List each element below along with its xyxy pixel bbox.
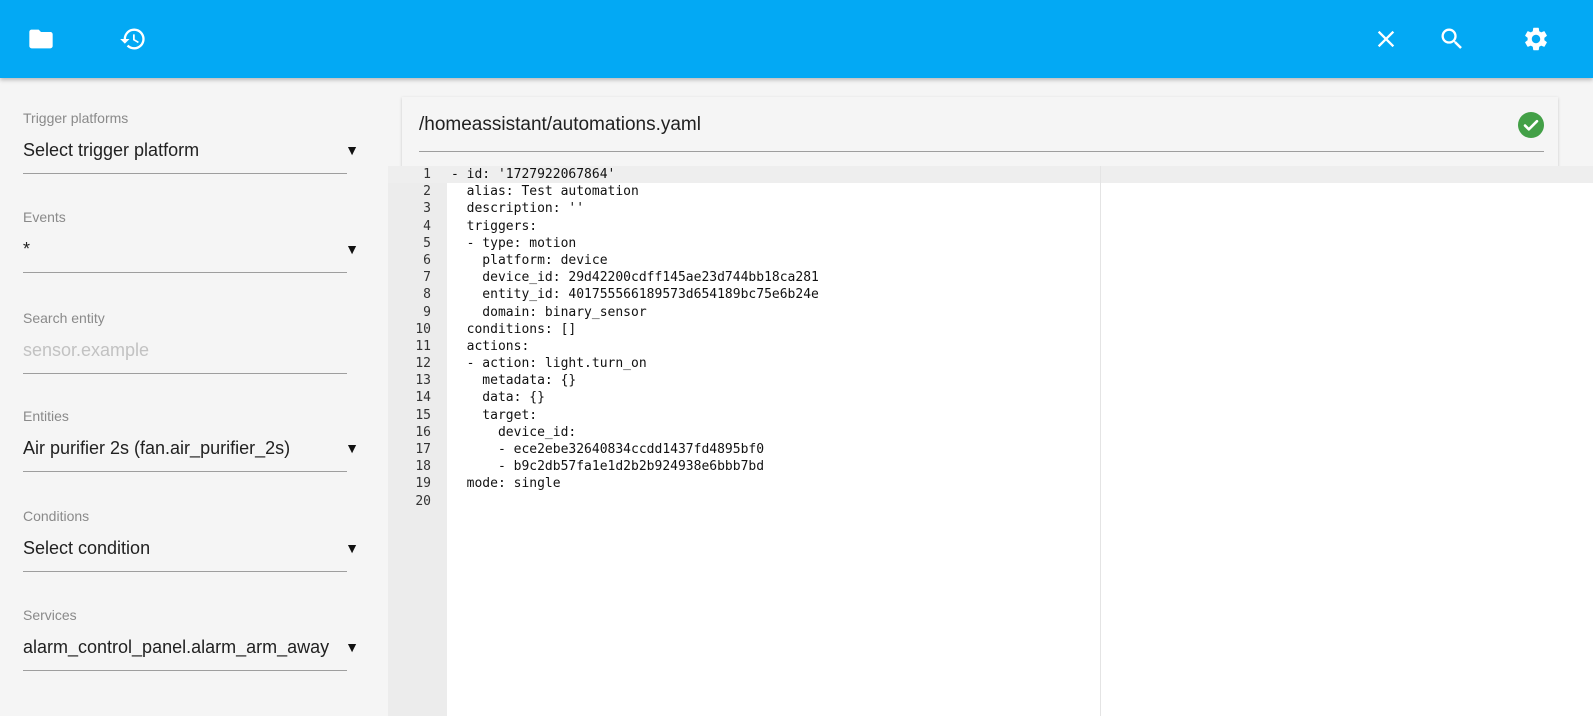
events-value[interactable]: * xyxy=(23,239,30,260)
code-text[interactable]: domain: binary_sensor xyxy=(451,304,646,321)
trigger-platform-value[interactable]: Select trigger platform xyxy=(23,140,199,161)
code-line[interactable]: 12 - action: light.turn_on xyxy=(388,355,646,372)
services-label: Services xyxy=(23,607,77,623)
dropdown-caret-icon[interactable]: ▼ xyxy=(345,142,359,158)
code-editor[interactable]: 1- id: '1727922067864' 2 alias: Test auto… xyxy=(388,166,1593,716)
line-number: 10 xyxy=(415,321,431,337)
code-line[interactable]: 15 target: xyxy=(388,407,537,424)
code-text[interactable]: - ece2ebe32640834ccdd1437fd4895bf0 xyxy=(451,441,764,458)
code-text[interactable]: triggers: xyxy=(451,218,537,235)
close-icon[interactable] xyxy=(1371,24,1401,54)
code-text[interactable]: - type: motion xyxy=(451,235,577,252)
search-entity-label: Search entity xyxy=(23,310,105,326)
main-panel: /homeassistant/automations.yaml 1 - id: '… xyxy=(385,78,1593,716)
file-path[interactable]: /homeassistant/automations.yaml xyxy=(419,114,701,136)
field-underline xyxy=(23,670,347,671)
code-line[interactable]: 3 description: '' xyxy=(388,200,584,217)
code-text[interactable]: entity_id: 401755566189573d654189bc75e6b… xyxy=(451,286,819,303)
line-number: 4 xyxy=(423,218,431,234)
code-text[interactable]: actions: xyxy=(451,338,530,355)
line-number: 7 xyxy=(423,270,431,286)
dropdown-caret-icon[interactable]: ▼ xyxy=(345,540,359,556)
code-text[interactable]: device_id: xyxy=(451,424,576,441)
code-text[interactable]: mode: single xyxy=(451,475,561,492)
code-line[interactable]: 18 - b9c2db57fa1e1d2b2b924938e6bbb7bd xyxy=(388,458,764,475)
line-number: 14 xyxy=(415,390,431,406)
code-text[interactable]: data: {} xyxy=(451,389,545,406)
line-number: 2 xyxy=(423,184,431,200)
events-label: Events xyxy=(23,209,66,225)
sidebar: Trigger platforms Select trigger platfor… xyxy=(0,78,385,716)
folder-icon[interactable] xyxy=(26,24,56,54)
code-line[interactable]: 19 mode: single xyxy=(388,475,560,492)
conditions-value[interactable]: Select condition xyxy=(23,538,150,559)
top-toolbar xyxy=(0,0,1593,78)
field-underline xyxy=(23,272,347,273)
code-line[interactable]: 14 data: {} xyxy=(388,389,545,406)
line-number: 11 xyxy=(415,338,431,354)
line-number: 16 xyxy=(415,424,431,440)
code-text[interactable]: conditions: [] xyxy=(451,321,577,338)
code-text[interactable]: - b9c2db57fa1e1d2b2b924938e6bbb7bd xyxy=(451,458,764,475)
dropdown-caret-icon[interactable]: ▼ xyxy=(345,639,359,655)
code-text[interactable]: platform: device xyxy=(451,252,607,269)
conditions-label: Conditions xyxy=(23,508,90,524)
entities-value[interactable]: Air purifier 2s (fan.air_purifier_2s) xyxy=(23,438,290,459)
code-line[interactable]: 16 device_id: xyxy=(388,424,576,441)
trigger-platform-label: Trigger platforms xyxy=(23,110,129,126)
entities-label: Entities xyxy=(23,408,69,424)
field-underline xyxy=(23,471,347,472)
gear-icon[interactable] xyxy=(1521,24,1551,54)
line-number: 20 xyxy=(415,493,431,509)
code-line[interactable]: 11 actions: xyxy=(388,338,529,355)
field-underline xyxy=(23,173,347,174)
code-line[interactable]: 1 - id: '1727922067864' xyxy=(388,166,615,183)
file-path-underline xyxy=(419,151,1544,152)
services-value[interactable]: alarm_control_panel.alarm_arm_away xyxy=(23,637,329,658)
code-line[interactable]: 13 metadata: {} xyxy=(388,372,576,389)
line-number: 5 xyxy=(423,235,431,251)
code-text[interactable]: - id: '1727922067864' xyxy=(451,166,615,183)
code-text[interactable]: target: xyxy=(451,407,537,424)
line-number: 9 xyxy=(423,304,431,320)
code-line[interactable]: 20 xyxy=(388,493,431,510)
code-line[interactable]: 5 - type: motion xyxy=(388,235,576,252)
code-line[interactable]: 10 conditions: [] xyxy=(388,321,576,338)
dropdown-caret-icon[interactable]: ▼ xyxy=(345,241,359,257)
code-line[interactable]: 6 platform: device xyxy=(388,252,607,269)
code-line[interactable]: 9 domain: binary_sensor xyxy=(388,304,647,321)
line-number: 3 xyxy=(423,201,431,217)
line-number: 8 xyxy=(423,287,431,303)
line-number: 12 xyxy=(415,356,431,372)
field-underline xyxy=(23,373,347,374)
code-line[interactable]: 17 - ece2ebe32640834ccdd1437fd4895bf0 xyxy=(388,441,764,458)
code-text[interactable]: - action: light.turn_on xyxy=(451,355,647,372)
line-number: 6 xyxy=(423,252,431,268)
line-number: 17 xyxy=(415,442,431,457)
file-header: /homeassistant/automations.yaml xyxy=(402,97,1558,167)
search-entity-placeholder[interactable]: sensor.example xyxy=(23,340,149,361)
code-text[interactable]: alias: Test automation xyxy=(451,183,639,200)
field-underline xyxy=(23,571,347,572)
code-text[interactable]: device_id: 29d42200cdff145ae23d744bb18ca… xyxy=(451,269,819,286)
code-line[interactable]: 7 device_id: 29d42200cdff145ae23d744bb18… xyxy=(388,269,819,286)
line-number: 18 xyxy=(415,459,431,475)
line-number: 19 xyxy=(415,476,431,492)
code-line[interactable]: 2 alias: Test automation xyxy=(388,183,639,200)
line-number: 15 xyxy=(415,407,431,423)
code-text[interactable]: description: '' xyxy=(451,200,584,217)
print-margin xyxy=(1100,166,1101,716)
code-text[interactable]: metadata: {} xyxy=(451,372,576,389)
check-circle-icon xyxy=(1518,112,1544,138)
code-content[interactable]: 1- id: '1727922067864' 2 alias: Test auto… xyxy=(388,166,819,510)
code-line[interactable]: 8 entity_id: 401755566189573d654189bc75e… xyxy=(388,286,819,303)
search-icon[interactable] xyxy=(1437,24,1467,54)
line-number: 13 xyxy=(415,373,431,389)
line-number: 1 xyxy=(423,167,431,182)
dropdown-caret-icon[interactable]: ▼ xyxy=(345,440,359,456)
history-icon[interactable] xyxy=(118,24,148,54)
code-line[interactable]: 4 triggers: xyxy=(388,218,537,235)
